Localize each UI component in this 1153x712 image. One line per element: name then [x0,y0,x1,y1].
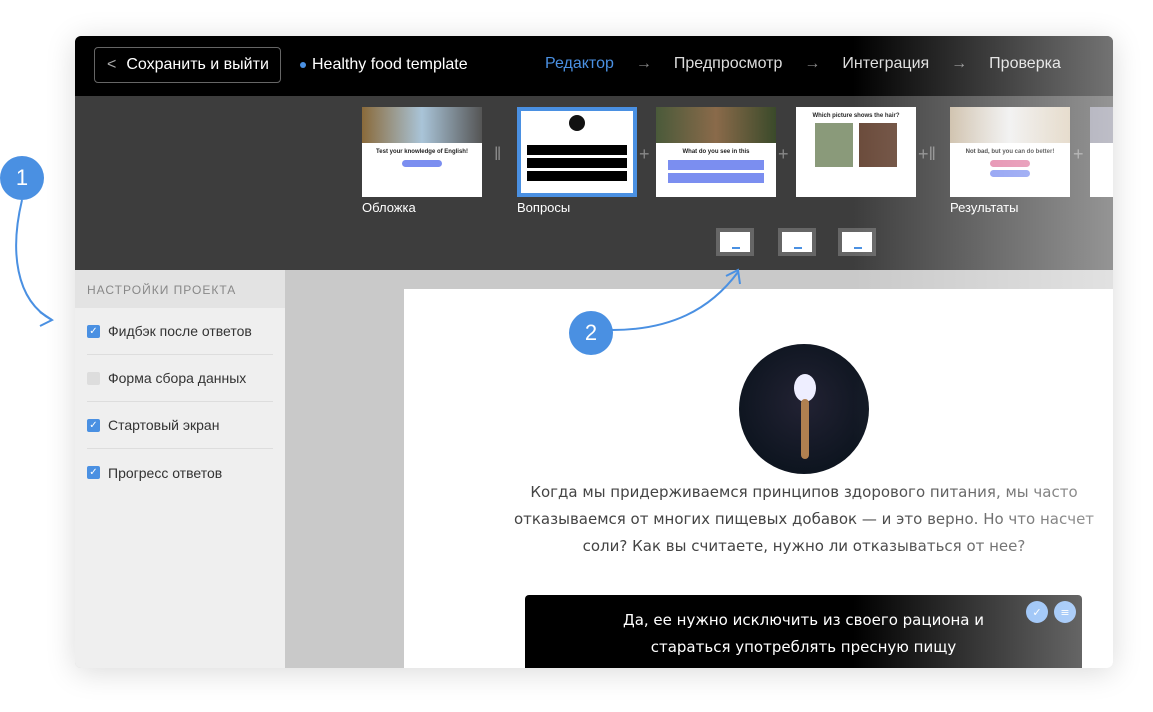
annotation-badge-1: 1 [0,156,44,200]
annotation-badge-2: 2 [569,311,613,355]
annotation-arrows [15,199,741,331]
